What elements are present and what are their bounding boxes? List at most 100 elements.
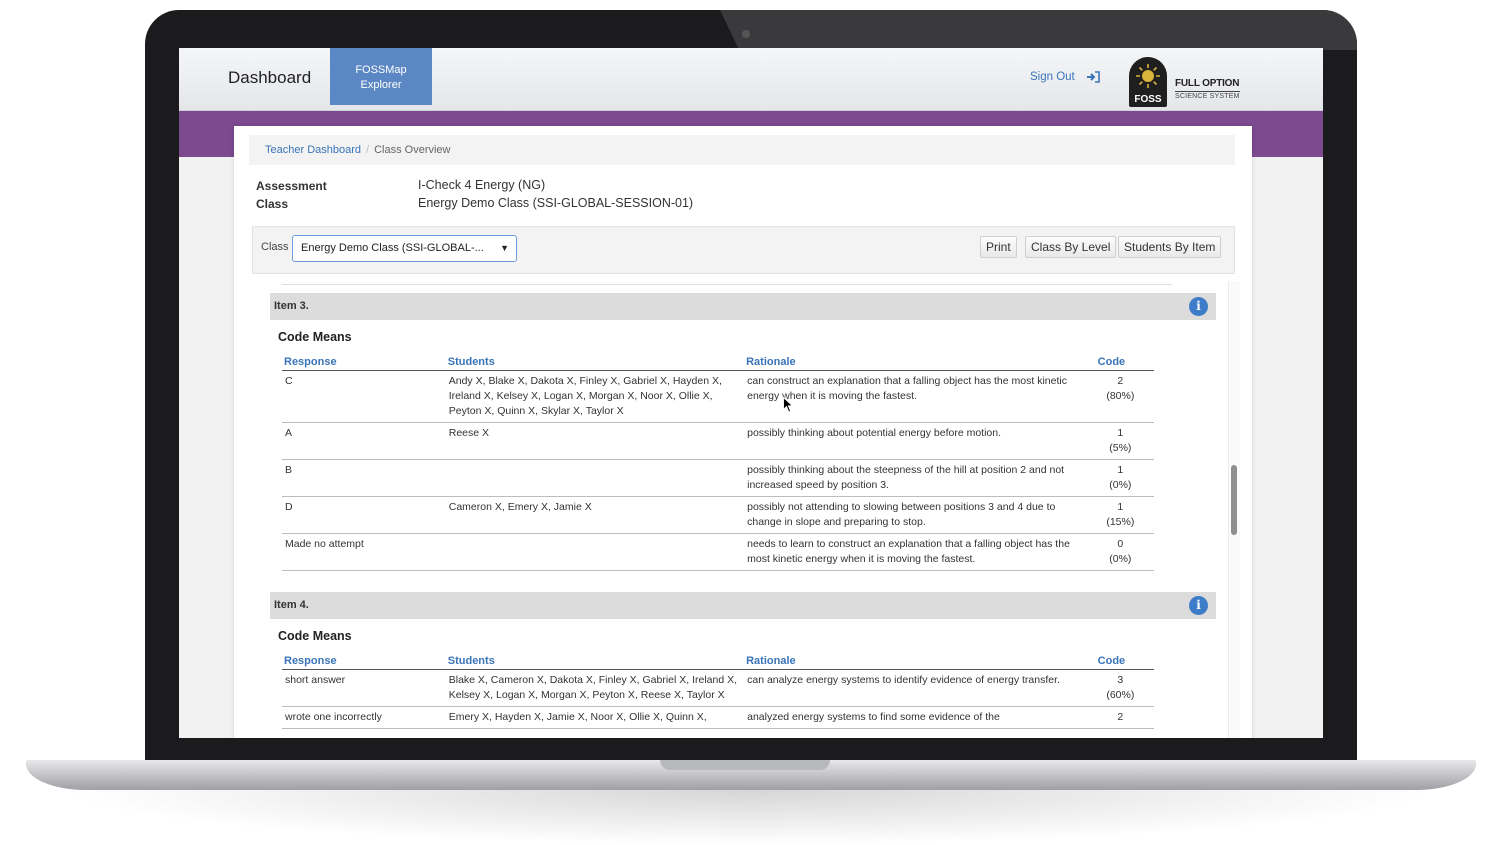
laptop-shadow — [60, 790, 1440, 845]
column-header-rationale: Rationale — [744, 356, 1086, 371]
assessment-value: I-Check 4 Energy (NG) — [418, 178, 546, 192]
dashboard-link[interactable]: Dashboard — [228, 68, 311, 88]
cell-rationale: possibly thinking about the steepness of… — [744, 459, 1086, 497]
cell-response: Made no attempt — [282, 533, 446, 571]
cell-rationale: possibly thinking about potential energy… — [744, 422, 1086, 460]
cell-code: 3 (60%) — [1085, 669, 1154, 707]
cell-students — [445, 533, 745, 571]
class-label: Class — [256, 197, 289, 211]
cell-response: D — [282, 496, 446, 534]
code-percent: (5%) — [1109, 441, 1132, 454]
main-panel: Teacher Dashboard / Class Overview Assessm… — [234, 126, 1252, 738]
table-row: C Andy X, Blake X, Dakota X, Finley X, G… — [282, 370, 1154, 423]
table-row: wrote one incorrectly Emery X, Hayden X,… — [282, 706, 1154, 729]
column-header-rationale: Rationale — [744, 655, 1086, 670]
column-header-students: Students — [445, 356, 745, 371]
logo-subtitle: SCIENCE SYSTEM — [1175, 91, 1240, 100]
filter-bar: Class Energy Demo Class (SSI-GLOBAL-... … — [252, 226, 1235, 274]
cell-rationale: needs to learn to construct an explanati… — [744, 533, 1086, 571]
item-title: Item 3. — [274, 300, 309, 312]
column-header-code: Code — [1085, 655, 1154, 670]
print-button[interactable]: Print — [980, 236, 1017, 258]
code-percent: (15%) — [1106, 515, 1135, 528]
cell-students — [445, 459, 745, 497]
table-row: short answer Blake X, Cameron X, Dakota … — [282, 669, 1154, 707]
column-header-code: Code — [1085, 356, 1154, 371]
screen: Dashboard FOSSMap Explorer Sign Out FOSS… — [179, 48, 1323, 738]
cell-students: Andy X, Blake X, Dakota X, Finley X, Gab… — [445, 370, 745, 423]
breadcrumb-separator: / — [366, 144, 370, 156]
code-value: 1 — [1117, 463, 1124, 476]
cell-students: Emery X, Hayden X, Jamie X, Noor X, Olli… — [445, 706, 745, 729]
logo-badge-text: FOSS — [1134, 94, 1162, 105]
info-icon[interactable]: i — [1189, 297, 1208, 316]
logo-title: FULL OPTION — [1175, 78, 1240, 89]
column-header-response: Response — [282, 356, 446, 371]
cell-rationale: can analyze energy systems to identify e… — [744, 669, 1086, 707]
code-percent: (80%) — [1106, 389, 1135, 402]
tab-label-line1: FOSSMap — [355, 64, 407, 76]
code-percent: (60%) — [1106, 688, 1135, 701]
webcam-icon — [742, 30, 750, 38]
class-select[interactable]: Energy Demo Class (SSI-GLOBAL-... ▼ — [292, 235, 517, 262]
cell-rationale: analyzed energy systems to find some evi… — [744, 706, 1086, 729]
info-icon[interactable]: i — [1189, 596, 1208, 615]
top-navbar: Dashboard FOSSMap Explorer Sign Out FOSS… — [179, 48, 1323, 111]
class-by-level-button[interactable]: Class By Level — [1025, 236, 1117, 258]
cell-code: 1 (0%) — [1085, 459, 1154, 497]
cell-response: C — [282, 370, 446, 423]
section-title: Code Means — [278, 330, 352, 344]
item-header: Item 4. i — [270, 592, 1216, 619]
tab-fossmap-explorer[interactable]: FOSSMap Explorer — [330, 48, 432, 105]
code-percent: (0%) — [1109, 552, 1132, 565]
laptop-base-notch — [660, 760, 830, 770]
results-scroll-area[interactable]: Item 3. i Code Means Response Students R… — [252, 281, 1240, 738]
cell-rationale: can construct an explanation that a fall… — [744, 370, 1086, 423]
code-value: 1 — [1117, 500, 1124, 513]
cell-students: Blake X, Cameron X, Dakota X, Finley X, … — [445, 669, 745, 707]
lid-glare — [720, 10, 1357, 50]
item-title: Item 4. — [274, 599, 309, 611]
cell-response: wrote one incorrectly — [282, 706, 446, 729]
cell-response: short answer — [282, 669, 446, 707]
item-block: Item 4. i Code Means Response Students R… — [270, 592, 1216, 729]
code-value: 0 — [1117, 537, 1124, 550]
mouse-cursor-icon — [783, 397, 793, 413]
sign-out-icon[interactable] — [1086, 71, 1100, 83]
cell-code: 0 (0%) — [1085, 533, 1154, 571]
code-value: 1 — [1117, 426, 1124, 439]
section-title: Code Means — [278, 629, 352, 643]
column-header-students: Students — [445, 655, 745, 670]
scrollbar-thumb[interactable] — [1231, 465, 1237, 535]
table-row: D Cameron X, Emery X, Jamie X possibly n… — [282, 496, 1154, 534]
foss-logo: FOSS — [1129, 57, 1167, 107]
item-block: Item 3. i Code Means Response Students R… — [270, 293, 1216, 571]
sun-icon — [1136, 64, 1160, 88]
cell-response: A — [282, 422, 446, 460]
cell-code: 2 (80%) — [1085, 370, 1154, 423]
caret-down-icon: ▼ — [500, 243, 509, 253]
cell-rationale: possibly not attending to slowing betwee… — [744, 496, 1086, 534]
breadcrumb-class-overview: Class Overview — [374, 144, 451, 156]
cell-students: Cameron X, Emery X, Jamie X — [445, 496, 745, 534]
breadcrumb: Teacher Dashboard / Class Overview — [249, 135, 1235, 165]
class-select-label: Class — [261, 241, 289, 253]
students-by-item-button[interactable]: Students By Item — [1118, 236, 1222, 258]
cell-code: 2 — [1085, 706, 1154, 729]
table-row: Made no attempt needs to learn to constr… — [282, 533, 1154, 571]
breadcrumb-teacher-dashboard[interactable]: Teacher Dashboard — [265, 144, 361, 156]
code-means-table: Response Students Rationale Code C Andy … — [282, 356, 1154, 571]
class-value: Energy Demo Class (SSI-GLOBAL-SESSION-01… — [418, 196, 694, 210]
sign-out-link[interactable]: Sign Out — [1030, 71, 1075, 83]
table-row: A Reese X possibly thinking about potent… — [282, 422, 1154, 460]
class-select-value: Energy Demo Class (SSI-GLOBAL-... — [301, 242, 484, 254]
tab-label-line2: Explorer — [360, 79, 402, 91]
column-header-response: Response — [282, 655, 446, 670]
divider — [282, 284, 1172, 285]
cell-code: 1 (5%) — [1085, 422, 1154, 460]
code-value: 2 — [1117, 710, 1124, 723]
code-means-table: Response Students Rationale Code short a… — [282, 655, 1154, 729]
table-header-row: Response Students Rationale Code — [282, 356, 1154, 371]
table-row: B possibly thinking about the steepness … — [282, 459, 1154, 497]
code-value: 3 — [1117, 673, 1124, 686]
